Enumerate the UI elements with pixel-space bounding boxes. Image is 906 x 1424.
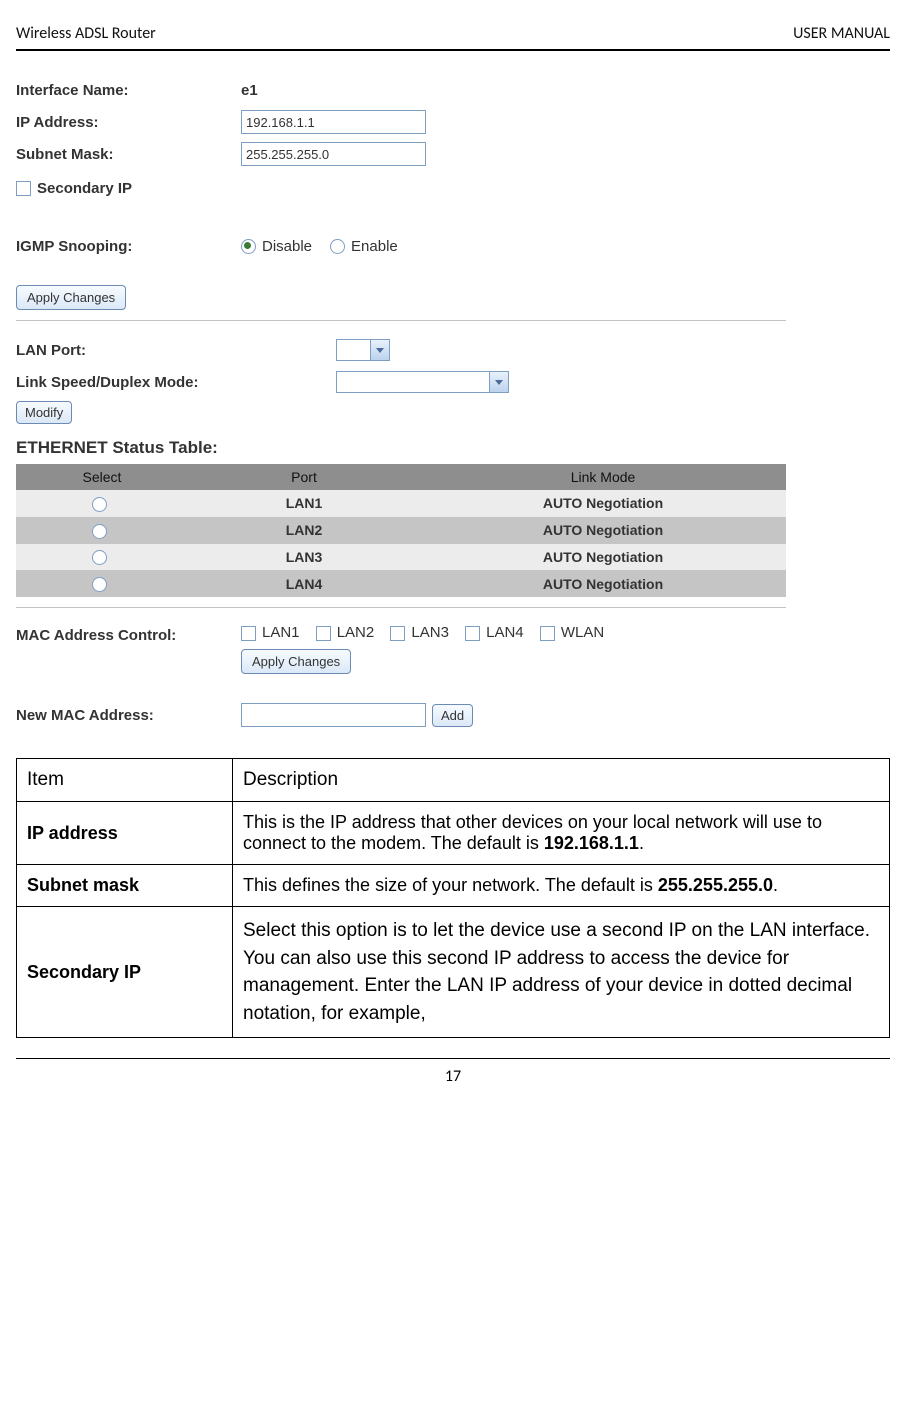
desc-text: Select this option is to let the device … [233, 907, 890, 1038]
description-table: Item Description IP address This is the … [16, 758, 890, 1038]
eth-row-radio[interactable] [92, 524, 107, 539]
eth-col-mode: Link Mode [420, 464, 786, 490]
table-row: LAN4 AUTO Negotiation [16, 570, 786, 597]
ethernet-table-title: ETHERNET Status Table: [16, 438, 786, 458]
igmp-disable-label: Disable [262, 238, 312, 255]
eth-row-radio[interactable] [92, 497, 107, 512]
table-row: LAN2 AUTO Negotiation [16, 517, 786, 544]
subnet-mask-input[interactable] [241, 142, 426, 166]
mac-lan3-checkbox[interactable] [390, 626, 405, 641]
desc-head-item: Item [17, 759, 233, 802]
interface-name-label: Interface Name: [16, 82, 241, 99]
modify-button[interactable]: Modify [16, 401, 72, 424]
igmp-enable-label: Enable [351, 238, 398, 255]
add-button[interactable]: Add [432, 704, 473, 727]
lan-port-select[interactable] [336, 339, 390, 361]
header-left: Wireless ADSL Router [16, 24, 156, 43]
desc-item: IP address [17, 802, 233, 865]
chevron-down-icon [489, 371, 509, 393]
mac-lan2-checkbox[interactable] [316, 626, 331, 641]
igmp-enable-radio[interactable] [330, 239, 345, 254]
lan-port-label: LAN Port: [16, 342, 336, 359]
eth-row-radio[interactable] [92, 550, 107, 565]
interface-name-value: e1 [241, 82, 258, 99]
link-speed-select[interactable] [336, 371, 509, 393]
table-row: LAN1 AUTO Negotiation [16, 490, 786, 517]
igmp-snooping-label: IGMP Snooping: [16, 238, 241, 255]
mac-control-label: MAC Address Control: [16, 624, 241, 644]
ip-address-label: IP Address: [16, 114, 241, 131]
apply-changes-button[interactable]: Apply Changes [16, 285, 126, 310]
igmp-disable-radio[interactable] [241, 239, 256, 254]
header-right: USER MANUAL [793, 24, 890, 43]
lan-config-panel: Interface Name: e1 IP Address: Subnet Ma… [16, 75, 786, 730]
ethernet-status-table: Select Port Link Mode LAN1 AUTO Negotiat… [16, 464, 786, 597]
new-mac-label: New MAC Address: [16, 707, 241, 724]
desc-item: Secondary IP [17, 907, 233, 1038]
page-header: Wireless ADSL Router USER MANUAL [16, 20, 890, 51]
desc-head-desc: Description [233, 759, 890, 802]
eth-row-radio[interactable] [92, 577, 107, 592]
page-number: 17 [16, 1058, 890, 1086]
mac-control-options: LAN1 LAN2 LAN3 LAN4 WLAN Apply Changes [241, 624, 604, 674]
mac-lan1-checkbox[interactable] [241, 626, 256, 641]
secondary-ip-checkbox[interactable] [16, 181, 31, 196]
chevron-down-icon [370, 339, 390, 361]
link-speed-label: Link Speed/Duplex Mode: [16, 374, 336, 391]
divider [16, 320, 786, 321]
apply-changes-button-2[interactable]: Apply Changes [241, 649, 351, 674]
desc-text: This defines the size of your network. T… [233, 865, 890, 907]
mac-lan4-checkbox[interactable] [465, 626, 480, 641]
table-row: LAN3 AUTO Negotiation [16, 544, 786, 571]
desc-text: This is the IP address that other device… [233, 802, 890, 865]
mac-wlan-checkbox[interactable] [540, 626, 555, 641]
ip-address-input[interactable] [241, 110, 426, 134]
eth-col-select: Select [16, 464, 188, 490]
new-mac-input[interactable] [241, 703, 426, 727]
subnet-mask-label: Subnet Mask: [16, 146, 241, 163]
eth-col-port: Port [188, 464, 420, 490]
desc-item: Subnet mask [17, 865, 233, 907]
secondary-ip-label: Secondary IP [37, 180, 132, 197]
divider [16, 607, 786, 608]
